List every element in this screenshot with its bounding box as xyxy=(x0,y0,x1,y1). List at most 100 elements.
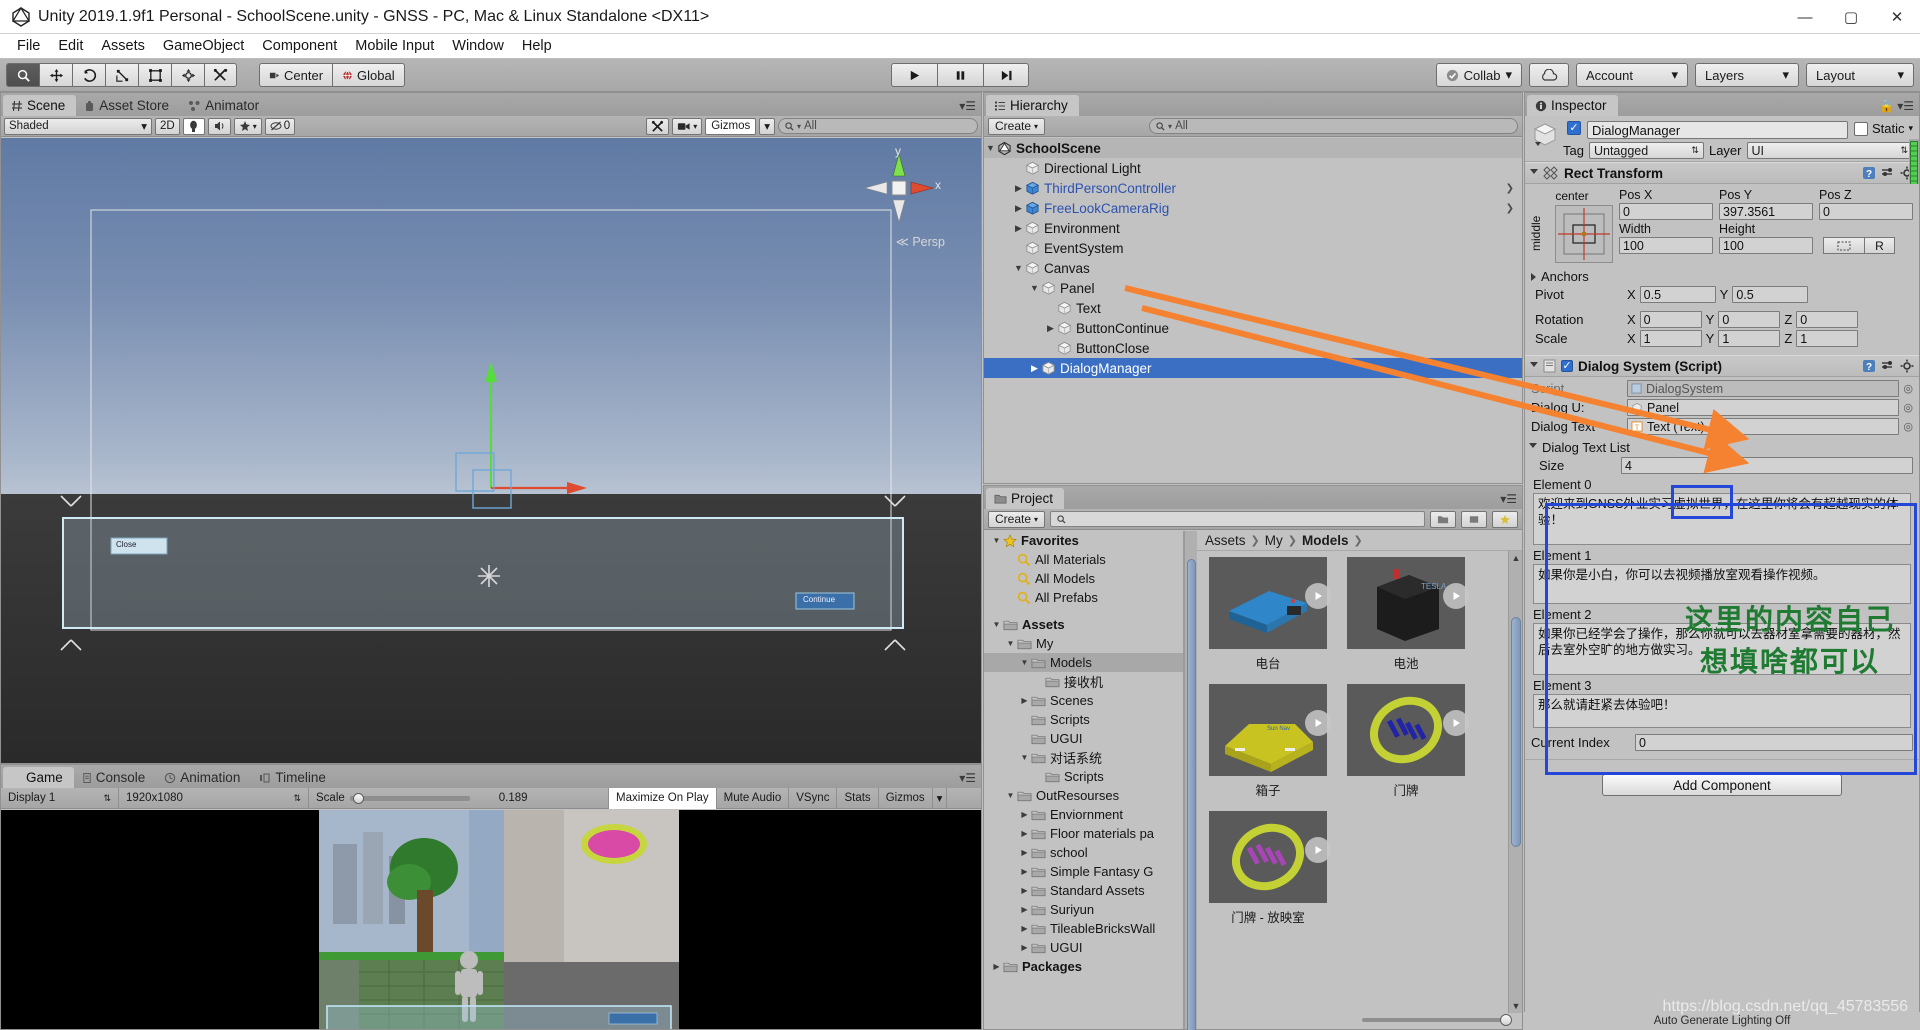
object-name-input[interactable]: DialogManager xyxy=(1587,121,1848,139)
project-tree-item-packages[interactable]: ▶ Packages xyxy=(984,957,1183,976)
tab-hierarchy[interactable]: Hierarchy xyxy=(986,95,1079,116)
project-tree-item-assets[interactable]: ▼ Assets xyxy=(984,615,1183,634)
menu-mobile-input[interactable]: Mobile Input xyxy=(346,35,443,57)
stats-toggle[interactable]: Stats xyxy=(837,787,879,809)
menu-help[interactable]: Help xyxy=(513,35,561,57)
expand-triangle-icon[interactable]: ▶ xyxy=(1018,924,1031,933)
dialog-text-object-field[interactable]: T Text (Text) xyxy=(1627,418,1900,435)
script-select-target-icon[interactable]: ◎ xyxy=(1903,382,1913,395)
pos-y-input[interactable]: 397.3561 xyxy=(1719,203,1813,220)
expand-triangle-icon[interactable]: ▶ xyxy=(1004,555,1017,564)
expand-triangle-icon[interactable]: ▶ xyxy=(1018,905,1031,914)
project-tree-scrollbar[interactable] xyxy=(1184,531,1197,1030)
expand-triangle-icon[interactable]: ▼ xyxy=(1004,791,1017,800)
game-gizmos-dropdown[interactable]: Gizmos xyxy=(879,787,933,809)
scene-axis-gizmo[interactable]: y x xyxy=(859,144,941,228)
project-tree-item-scripts[interactable]: ▶ Scripts xyxy=(984,767,1183,786)
project-tree-item-school[interactable]: ▶ school xyxy=(984,843,1183,862)
dialog-text-list-foldout[interactable]: Dialog Text List xyxy=(1529,440,1919,455)
expand-triangle-icon[interactable]: ▶ xyxy=(1004,574,1017,583)
project-tree-item-scenes[interactable]: ▶ Scenes xyxy=(984,691,1183,710)
expand-triangle-icon[interactable]: ▶ xyxy=(1012,243,1025,254)
hierarchy-item-eventsystem[interactable]: ▶ EventSystem xyxy=(984,238,1522,258)
asset-preview-play-icon[interactable] xyxy=(1305,710,1331,736)
collapse-triangle-icon[interactable] xyxy=(1529,443,1537,452)
dialog-element-input-2[interactable]: 如果你已经学会了操作，那么你就可以去器材室拿需要的器材，然后去室外空旷的地方做实… xyxy=(1533,623,1911,675)
rotation-y-input[interactable]: 0 xyxy=(1718,311,1781,328)
hierarchy-item-freelookcamerarig[interactable]: ▶ FreeLookCameraRig ❯ xyxy=(984,198,1522,218)
hierarchy-item-overflow-icon[interactable]: ❯ xyxy=(1506,183,1514,194)
expand-triangle-icon[interactable]: ▶ xyxy=(1012,183,1025,194)
expand-triangle-icon[interactable]: ▶ xyxy=(1018,867,1031,876)
project-tree-item-all-models[interactable]: ▶ All Models xyxy=(984,569,1183,588)
hierarchy-root-row[interactable]: ▼ SchoolScene xyxy=(984,138,1522,158)
width-input[interactable]: 100 xyxy=(1619,237,1713,254)
project-tree-item-favorites[interactable]: ▼ Favorites xyxy=(984,531,1183,550)
expand-triangle-icon[interactable]: ▶ xyxy=(1012,223,1025,234)
blueprint-mode-button[interactable] xyxy=(1823,237,1865,254)
display-dropdown[interactable]: Display 1 ⇅ xyxy=(1,787,119,809)
tab-scene[interactable]: Scene xyxy=(3,95,77,116)
static-checkbox[interactable] xyxy=(1853,121,1868,136)
asset-item[interactable]: 门牌 xyxy=(1347,684,1469,799)
project-filter-favorite-button[interactable] xyxy=(1492,510,1518,528)
expand-triangle-icon[interactable]: ▶ xyxy=(1004,593,1017,602)
hierarchy-item-buttonclose[interactable]: ▶ ButtonClose xyxy=(984,338,1522,358)
static-dropdown-caret[interactable]: ▾ xyxy=(1908,123,1913,134)
asset-item[interactable]: TESLA 电池 xyxy=(1347,557,1469,672)
project-tree-item-ugui[interactable]: ▶ UGUI xyxy=(984,729,1183,748)
scene-camera-button[interactable]: ▾ xyxy=(672,117,703,135)
expand-triangle-icon[interactable]: ▶ xyxy=(1012,163,1025,174)
anchor-preset-button[interactable] xyxy=(1555,205,1613,263)
shading-mode-dropdown[interactable]: Shaded ▾ xyxy=(4,117,152,135)
inspector-panel-menu-icon[interactable]: 🔒 ▾☰ xyxy=(1879,99,1914,113)
dialog-system-header[interactable]: Dialog System (Script) ? xyxy=(1525,355,1919,377)
expand-triangle-icon[interactable]: ▼ xyxy=(990,620,1003,629)
scene-fx-dropdown[interactable]: ▾ xyxy=(233,117,262,135)
expand-triangle-icon[interactable]: ▶ xyxy=(1012,203,1025,214)
hand-tool-button[interactable] xyxy=(6,63,39,87)
hierarchy-item-buttoncontinue[interactable]: ▶ ButtonContinue xyxy=(984,318,1522,338)
breadcrumb-models[interactable]: Models xyxy=(1302,533,1349,548)
maximize-button[interactable]: ▢ xyxy=(1828,0,1874,34)
rect-transform-header[interactable]: Rect Transform ? xyxy=(1525,162,1919,184)
scale-slider[interactable] xyxy=(349,792,470,804)
asset-zoom-track[interactable] xyxy=(1362,1018,1503,1022)
project-tree-item-ugui[interactable]: ▶ UGUI xyxy=(984,938,1183,957)
project-tree-item-simple-fantasy-g[interactable]: ▶ Simple Fantasy G xyxy=(984,862,1183,881)
asset-thumbnail[interactable] xyxy=(1209,557,1331,649)
space-mode-button[interactable]: Global xyxy=(332,63,405,87)
expand-triangle-icon[interactable]: ▶ xyxy=(1018,696,1031,705)
expand-triangle-icon[interactable]: ▶ xyxy=(990,962,1003,971)
scroll-up-icon[interactable]: ▲ xyxy=(1509,551,1522,565)
pivot-y-input[interactable]: 0.5 xyxy=(1732,286,1809,303)
layer-dropdown[interactable]: UI ⇅ xyxy=(1746,142,1913,159)
tab-project[interactable]: Project xyxy=(986,488,1065,509)
menu-component[interactable]: Component xyxy=(253,35,346,57)
project-create-button[interactable]: Create ▾ xyxy=(988,510,1046,528)
expand-triangle-icon[interactable]: ▶ xyxy=(1018,943,1031,952)
expand-triangle-icon[interactable]: ▼ xyxy=(1018,658,1031,667)
scale-slider-knob[interactable] xyxy=(352,792,364,804)
step-button[interactable] xyxy=(983,63,1029,87)
tab-inspector[interactable]: Inspector xyxy=(1527,95,1618,116)
list-size-input[interactable]: 4 xyxy=(1621,457,1913,474)
tab-animation[interactable]: Animation xyxy=(156,767,251,788)
hierarchy-search-input[interactable]: ▾ All xyxy=(1149,118,1518,134)
add-component-button[interactable]: Add Component xyxy=(1602,774,1842,796)
expand-triangle-icon[interactable] xyxy=(1531,272,1536,281)
expand-triangle-icon[interactable]: ▶ xyxy=(1028,363,1041,374)
project-tree-item-standard-assets[interactable]: ▶ Standard Assets xyxy=(984,881,1183,900)
hierarchy-item-thirdpersoncontroller[interactable]: ▶ ThirdPersonController ❯ xyxy=(984,178,1522,198)
asset-zoom-knob[interactable] xyxy=(1500,1014,1512,1026)
tag-dropdown[interactable]: Untagged ⇅ xyxy=(1588,142,1704,159)
expand-triangle-icon[interactable]: ▶ xyxy=(1032,772,1045,781)
pos-z-input[interactable]: 0 xyxy=(1819,203,1913,220)
game-viewport[interactable] xyxy=(1,810,981,1029)
scene-lighting-toggle[interactable] xyxy=(182,117,205,135)
layers-button[interactable]: Layers ▾ xyxy=(1695,63,1799,87)
tab-console[interactable]: Console xyxy=(74,767,157,788)
dialog-element-input-0[interactable]: 欢迎来到GNSS外业实习虚拟世界，在这里你将会有超越现实的体验！ xyxy=(1533,493,1911,545)
hierarchy-item-dialogmanager[interactable]: ▶ DialogManager xyxy=(984,358,1522,378)
project-tree-item-all-prefabs[interactable]: ▶ All Prefabs xyxy=(984,588,1183,607)
